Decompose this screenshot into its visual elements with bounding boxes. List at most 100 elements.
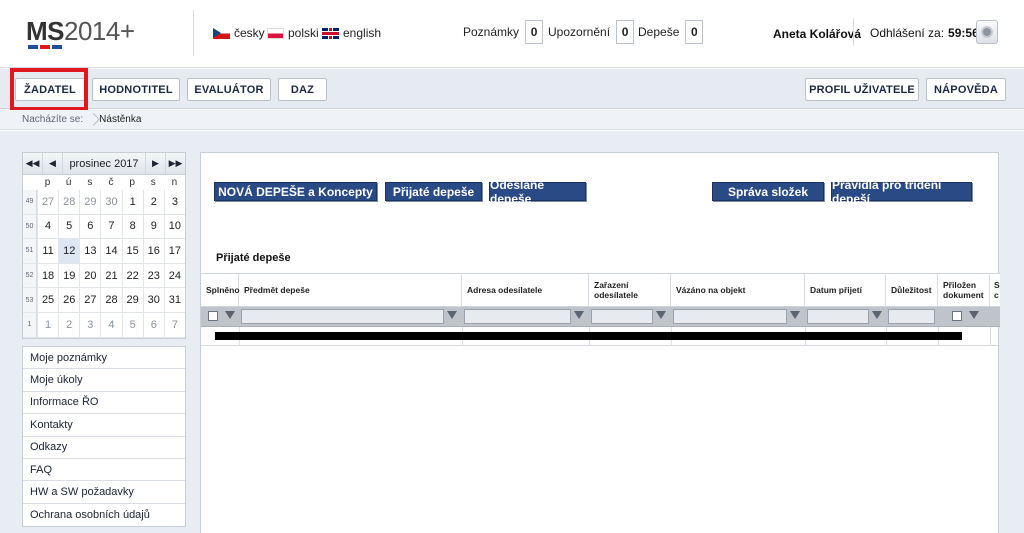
ms2014-logo[interactable]: MS2014+ bbox=[26, 16, 135, 47]
col-adresa[interactable]: Adresa odesílatele bbox=[462, 274, 589, 306]
calendar-day[interactable]: 1 bbox=[37, 312, 59, 338]
menu-kontakty[interactable]: Kontakty bbox=[23, 414, 185, 437]
counter-poznamky[interactable]: Poznámky 0 bbox=[463, 20, 544, 44]
calendar-day[interactable]: 20 bbox=[79, 263, 101, 289]
calendar-day[interactable]: 29 bbox=[121, 288, 143, 313]
calendar-day[interactable]: 10 bbox=[163, 214, 185, 240]
menu-odkazy[interactable]: Odkazy bbox=[23, 437, 185, 459]
nav-napoveda[interactable]: NÁPOVĚDA bbox=[926, 78, 1006, 101]
filter-checkbox[interactable] bbox=[208, 311, 218, 321]
menu-informace-ro[interactable]: Informace ŘO bbox=[23, 392, 185, 415]
lang-english[interactable]: english bbox=[322, 26, 381, 40]
counter-depese[interactable]: Depeše 0 bbox=[638, 20, 704, 44]
logout-timer: Odhlášení za: 59:56 bbox=[870, 26, 979, 40]
calendar-day[interactable]: 21 bbox=[100, 263, 122, 289]
filter-input-dulezitost[interactable] bbox=[888, 309, 935, 324]
calendar-day[interactable]: 23 bbox=[142, 263, 164, 289]
calendar-day[interactable]: 31 bbox=[163, 288, 185, 313]
calendar-day[interactable]: 25 bbox=[37, 288, 59, 313]
col-datum[interactable]: Datum přijetí bbox=[805, 274, 886, 306]
next-month-icon[interactable]: ▶ bbox=[145, 152, 165, 175]
calendar-day[interactable]: 9 bbox=[142, 214, 164, 240]
calendar-day[interactable]: 14 bbox=[100, 239, 122, 264]
filter-icon[interactable] bbox=[969, 311, 979, 319]
col-truncated[interactable]: S c bbox=[990, 274, 1000, 306]
lang-polski[interactable]: polski bbox=[267, 26, 319, 40]
calendar-day[interactable]: 3 bbox=[79, 312, 101, 338]
calendar-day[interactable]: 27 bbox=[79, 288, 101, 313]
calendar-day[interactable]: 7 bbox=[100, 214, 122, 240]
filter-icon[interactable] bbox=[447, 311, 457, 319]
table-row[interactable] bbox=[201, 327, 1000, 346]
calendar-day[interactable]: 24 bbox=[163, 263, 185, 289]
col-prilozen[interactable]: Přiložen dokument bbox=[938, 274, 990, 306]
calendar-day[interactable]: 19 bbox=[58, 263, 80, 289]
calendar-day[interactable]: 16 bbox=[142, 239, 164, 264]
filter-input-adresa[interactable] bbox=[464, 309, 571, 324]
calendar-day[interactable]: 6 bbox=[142, 312, 164, 338]
calendar-day[interactable]: 6 bbox=[79, 214, 101, 240]
menu-faq[interactable]: FAQ bbox=[23, 459, 185, 482]
calendar-day[interactable]: 1 bbox=[121, 190, 143, 215]
user-name[interactable]: Aneta Kolářová bbox=[773, 27, 861, 41]
nav-daz[interactable]: DAZ bbox=[278, 78, 327, 101]
counter-upozorneni[interactable]: Upozornění 0 bbox=[548, 20, 635, 44]
lang-cesky[interactable]: česky bbox=[213, 26, 265, 40]
nav-profil-uzivatele[interactable]: PROFIL UŽIVATELE bbox=[805, 78, 919, 101]
calendar-day[interactable]: 27 bbox=[37, 190, 59, 215]
calendar-day[interactable]: 28 bbox=[100, 288, 122, 313]
calendar-day[interactable]: 26 bbox=[58, 288, 80, 313]
filter-icon[interactable] bbox=[225, 311, 235, 319]
filter-icon[interactable] bbox=[656, 311, 666, 319]
calendar-day[interactable]: 13 bbox=[79, 239, 101, 264]
menu-ochrana-udaju[interactable]: Ochrana osobních údajů bbox=[23, 504, 185, 526]
sent-messages-button[interactable]: Odeslané depeše bbox=[489, 178, 586, 206]
menu-moje-poznamky[interactable]: Moje poznámky bbox=[23, 347, 185, 370]
col-splneno[interactable]: Splněno bbox=[201, 274, 240, 306]
logout-button[interactable] bbox=[976, 20, 998, 44]
calendar-day[interactable]: 30 bbox=[100, 190, 122, 215]
calendar-day[interactable]: 5 bbox=[58, 214, 80, 240]
filter-icon[interactable] bbox=[872, 311, 882, 319]
calendar-day[interactable]: 28 bbox=[58, 190, 80, 215]
calendar-day[interactable]: 29 bbox=[79, 190, 101, 215]
filter-input-predmet[interactable] bbox=[241, 309, 444, 324]
calendar-day[interactable]: 15 bbox=[121, 239, 143, 264]
menu-moje-ukoly[interactable]: Moje úkoly bbox=[23, 369, 185, 392]
filter-input-vazano[interactable] bbox=[673, 309, 787, 324]
calendar-day[interactable]: 4 bbox=[100, 312, 122, 338]
filter-input-datum[interactable] bbox=[807, 309, 869, 324]
calendar-day[interactable]: 22 bbox=[121, 263, 143, 289]
filter-checkbox[interactable] bbox=[952, 311, 962, 321]
calendar-day[interactable]: 4 bbox=[37, 214, 59, 240]
calendar-day[interactable]: 7 bbox=[163, 312, 185, 338]
new-message-button[interactable]: NOVÁ DEPEŠE a Koncepty bbox=[214, 182, 377, 201]
calendar-day[interactable]: 2 bbox=[58, 312, 80, 338]
col-predmet[interactable]: Předmět depeše bbox=[239, 274, 462, 306]
filter-icon[interactable] bbox=[574, 311, 584, 319]
calendar-day[interactable]: 8 bbox=[121, 214, 143, 240]
calendar-day[interactable]: 18 bbox=[37, 263, 59, 289]
next-year-icon[interactable]: ▶▶ bbox=[165, 152, 185, 175]
prev-year-icon[interactable]: ◀◀ bbox=[23, 152, 43, 175]
menu-hw-sw[interactable]: HW a SW požadavky bbox=[23, 481, 185, 504]
filter-icon[interactable] bbox=[790, 311, 800, 319]
calendar-day[interactable]: 11 bbox=[37, 239, 59, 264]
sorting-rules-button[interactable]: Pravidla pro třídění depeší bbox=[831, 178, 972, 206]
manage-folders-button[interactable]: Správa složek bbox=[712, 182, 824, 201]
calendar-day[interactable]: 3 bbox=[163, 190, 185, 215]
filter-input-zarazeni[interactable] bbox=[591, 309, 653, 324]
received-messages-button[interactable]: Přijaté depeše bbox=[385, 182, 482, 201]
calendar-day[interactable]: 17 bbox=[163, 239, 185, 264]
calendar-day[interactable]: 12 bbox=[58, 239, 80, 264]
breadcrumb-current[interactable]: Nástěnka bbox=[99, 114, 141, 125]
calendar-day[interactable]: 5 bbox=[121, 312, 143, 338]
calendar-day[interactable]: 30 bbox=[142, 288, 164, 313]
calendar-day[interactable]: 2 bbox=[142, 190, 164, 215]
nav-hodnotitel[interactable]: HODNOTITEL bbox=[92, 78, 180, 101]
prev-month-icon[interactable]: ◀ bbox=[43, 152, 63, 175]
nav-evaluator[interactable]: EVALUÁTOR bbox=[187, 78, 271, 101]
col-zarazeni[interactable]: Zařazení odesílatele bbox=[589, 274, 671, 306]
col-dulezitost[interactable]: Důležitost bbox=[886, 274, 938, 306]
col-vazano[interactable]: Vázáno na objekt bbox=[671, 274, 805, 306]
